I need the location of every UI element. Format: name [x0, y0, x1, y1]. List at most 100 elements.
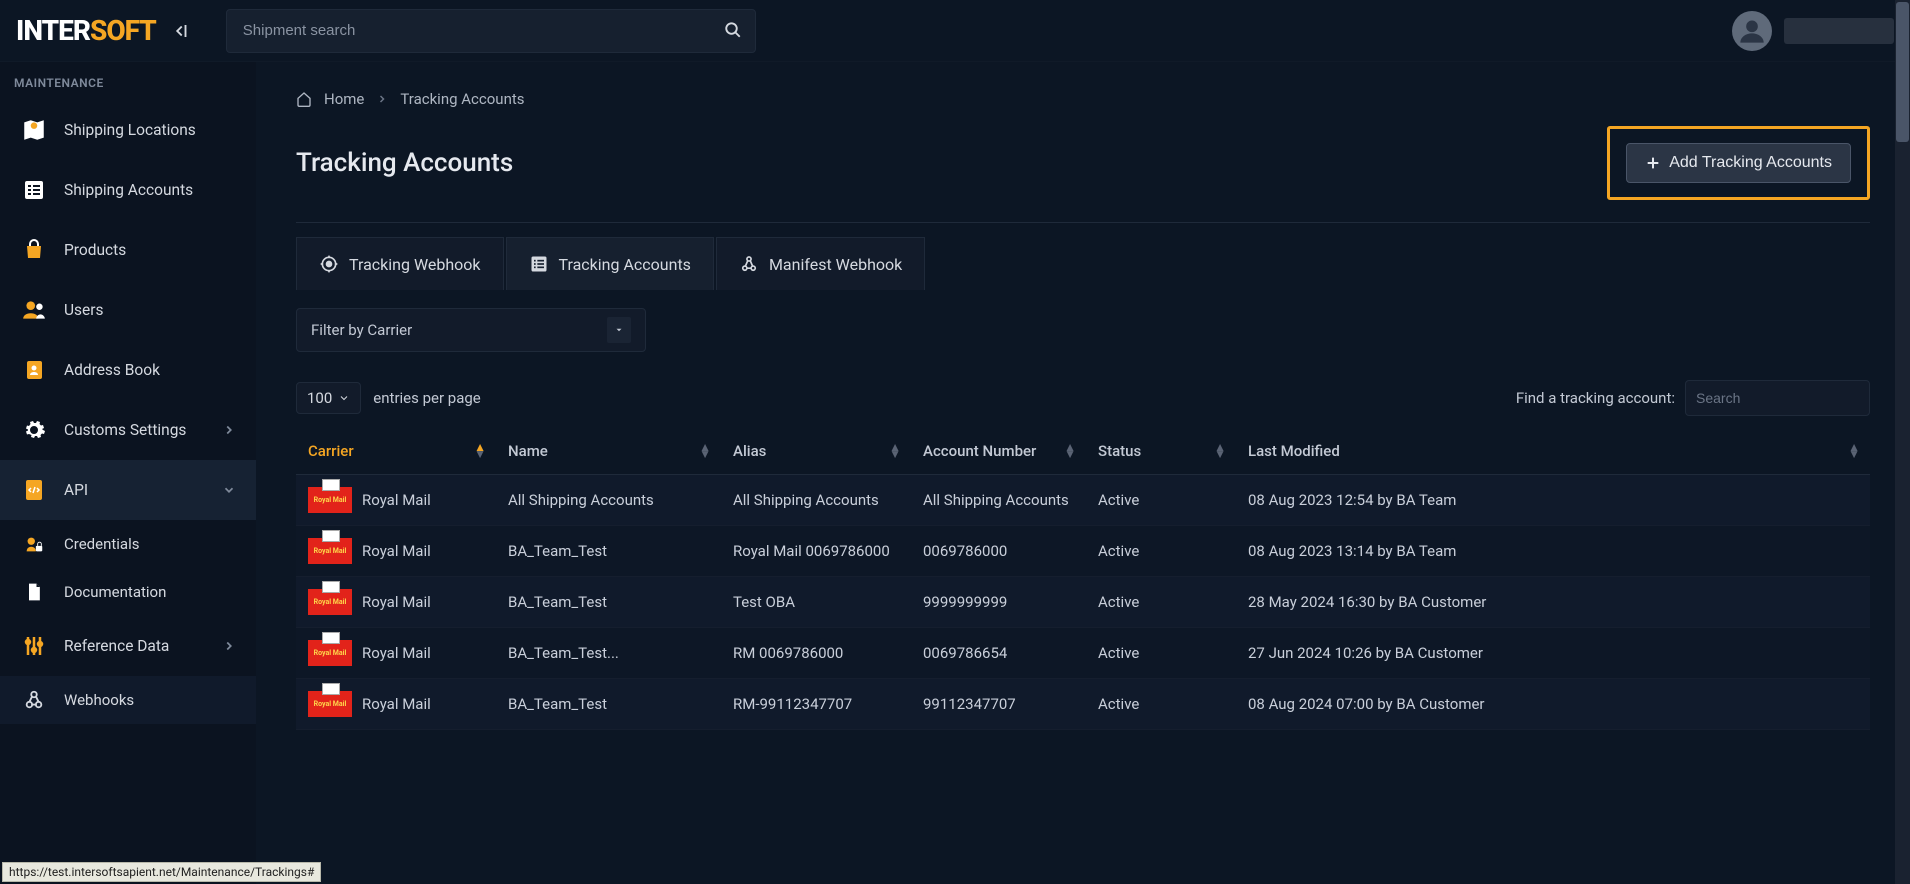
col-account-number[interactable]: Account Number▲▼ — [911, 428, 1086, 475]
royal-mail-logo: Royal Mail — [308, 538, 352, 564]
table-row[interactable]: Royal MailRoyal Mail BA_Team_Test Test O… — [296, 577, 1870, 628]
page-size-value: 100 — [307, 389, 332, 407]
search-icon[interactable] — [724, 21, 742, 39]
cell-status: Active — [1086, 628, 1236, 679]
sidebar-item-label: Credentials — [64, 535, 139, 553]
chevron-down-icon — [338, 392, 350, 404]
sidebar-item-label: Reference Data — [64, 637, 169, 655]
logo-part1: INTER — [16, 14, 90, 47]
royal-mail-logo: Royal Mail — [308, 691, 352, 717]
user-name-placeholder — [1784, 18, 1894, 44]
cell-status: Active — [1086, 679, 1236, 730]
user-area[interactable] — [1732, 11, 1894, 51]
sort-indicator: ▲▼ — [1848, 444, 1860, 458]
royal-mail-logo: Royal Mail — [308, 640, 352, 666]
cell-modified: 27 Jun 2024 10:26 by BA Customer — [1236, 628, 1870, 679]
sidebar-item-webhooks[interactable]: Webhooks — [0, 676, 256, 724]
sidebar-item-shipping-locations[interactable]: Shipping Locations — [0, 100, 256, 160]
find-account-input[interactable] — [1685, 380, 1870, 416]
cell-modified: 08 Aug 2024 07:00 by BA Customer — [1236, 679, 1870, 730]
cell-status: Active — [1086, 526, 1236, 577]
royal-mail-logo: Royal Mail — [308, 487, 352, 513]
filter-label: Filter by Carrier — [311, 321, 412, 339]
home-icon[interactable] — [296, 91, 312, 107]
add-button-label: Add Tracking Accounts — [1669, 154, 1832, 172]
logo: INTERSOFT — [16, 14, 156, 47]
scrollbar[interactable] — [1895, 0, 1910, 884]
sort-indicator: ▲▼ — [1064, 444, 1076, 458]
cell-name: BA_Team_Test — [496, 577, 721, 628]
sidebar-item-api[interactable]: API — [0, 460, 256, 520]
users-icon — [20, 296, 48, 324]
sidebar-item-address-book[interactable]: Address Book — [0, 340, 256, 400]
address-book-icon — [20, 356, 48, 384]
sidebar-section-label: MAINTENANCE — [0, 62, 256, 100]
cell-status: Active — [1086, 475, 1236, 526]
carrier-name: Royal Mail — [362, 491, 431, 509]
table-row[interactable]: Royal MailRoyal Mail BA_Team_Test RM-991… — [296, 679, 1870, 730]
cell-alias: RM-99112347707 — [721, 679, 911, 730]
page-size-select[interactable]: 100 — [296, 382, 361, 414]
sidebar-item-products[interactable]: Products — [0, 220, 256, 280]
carrier-name: Royal Mail — [362, 542, 431, 560]
cell-name: BA_Team_Test — [496, 679, 721, 730]
avatar[interactable] — [1732, 11, 1772, 51]
webhook-icon — [20, 686, 48, 714]
target-icon — [319, 254, 339, 274]
cell-status: Active — [1086, 577, 1236, 628]
tab-label: Tracking Webhook — [349, 255, 481, 274]
sidebar-item-shipping-accounts[interactable]: Shipping Accounts — [0, 160, 256, 220]
sidebar-item-label: Documentation — [64, 583, 166, 601]
sliders-icon — [20, 632, 48, 660]
logo-part2: SOFT — [90, 14, 156, 47]
cell-name: All Shipping Accounts — [496, 475, 721, 526]
col-carrier[interactable]: Carrier ▲▼ — [296, 428, 496, 475]
credentials-icon — [20, 530, 48, 558]
cell-modified: 08 Aug 2023 12:54 by BA Team — [1236, 475, 1870, 526]
cell-name: BA_Team_Test... — [496, 628, 721, 679]
tab-tracking-accounts[interactable]: Tracking Accounts — [506, 237, 714, 290]
shipment-search-input[interactable] — [226, 9, 756, 53]
table-row[interactable]: Royal MailRoyal Mail BA_Team_Test Royal … — [296, 526, 1870, 577]
sidebar-item-documentation[interactable]: Documentation — [0, 568, 256, 616]
entries-per-page-label: entries per page — [373, 389, 480, 407]
chevron-right-icon — [222, 639, 236, 653]
carrier-name: Royal Mail — [362, 644, 431, 662]
table-row[interactable]: Royal Mail Royal Mail All Shipping Accoun… — [296, 475, 1870, 526]
cell-alias: RM 0069786000 — [721, 628, 911, 679]
col-last-modified[interactable]: Last Modified▲▼ — [1236, 428, 1870, 475]
breadcrumb: Home Tracking Accounts — [296, 90, 1870, 108]
document-icon — [20, 578, 48, 606]
tabs: Tracking Webhook Tracking Accounts Manif… — [296, 237, 1870, 290]
scrollbar-thumb[interactable] — [1896, 2, 1909, 142]
table-controls: 100 entries per page Find a tracking acc… — [296, 380, 1870, 416]
breadcrumb-home[interactable]: Home — [324, 90, 364, 108]
tab-manifest-webhook[interactable]: Manifest Webhook — [716, 237, 925, 290]
sidebar-item-label: API — [64, 481, 88, 499]
tab-label: Tracking Accounts — [559, 255, 691, 274]
filter-by-carrier-dropdown[interactable]: Filter by Carrier — [296, 308, 646, 352]
sidebar-item-customs-settings[interactable]: Customs Settings — [0, 400, 256, 460]
main-content: Home Tracking Accounts Tracking Accounts… — [256, 62, 1910, 884]
tab-tracking-webhook[interactable]: Tracking Webhook — [296, 237, 504, 290]
col-status[interactable]: Status▲▼ — [1086, 428, 1236, 475]
tracking-accounts-table: Carrier ▲▼ Name▲▼ Alias▲▼ Account Number… — [296, 428, 1870, 730]
col-name[interactable]: Name▲▼ — [496, 428, 721, 475]
add-tracking-accounts-button[interactable]: Add Tracking Accounts — [1626, 143, 1851, 183]
gear-icon — [20, 416, 48, 444]
sidebar-collapse-button[interactable] — [166, 16, 196, 46]
carrier-name: Royal Mail — [362, 593, 431, 611]
sort-indicator: ▲▼ — [699, 444, 711, 458]
webhook-icon — [739, 254, 759, 274]
page-title: Tracking Accounts — [296, 148, 513, 178]
sidebar-item-reference-data[interactable]: Reference Data — [0, 616, 256, 676]
sidebar-item-credentials[interactable]: Credentials — [0, 520, 256, 568]
sidebar-item-users[interactable]: Users — [0, 280, 256, 340]
table-row[interactable]: Royal Mail Royal Mail BA_Team_Test... RM … — [296, 628, 1870, 679]
cell-account: 0069786000 — [911, 526, 1086, 577]
find-account-label: Find a tracking account: — [1516, 389, 1675, 407]
cell-alias: Royal Mail 0069786000 — [721, 526, 911, 577]
chevron-down-icon — [222, 483, 236, 497]
bag-icon — [20, 236, 48, 264]
col-alias[interactable]: Alias▲▼ — [721, 428, 911, 475]
